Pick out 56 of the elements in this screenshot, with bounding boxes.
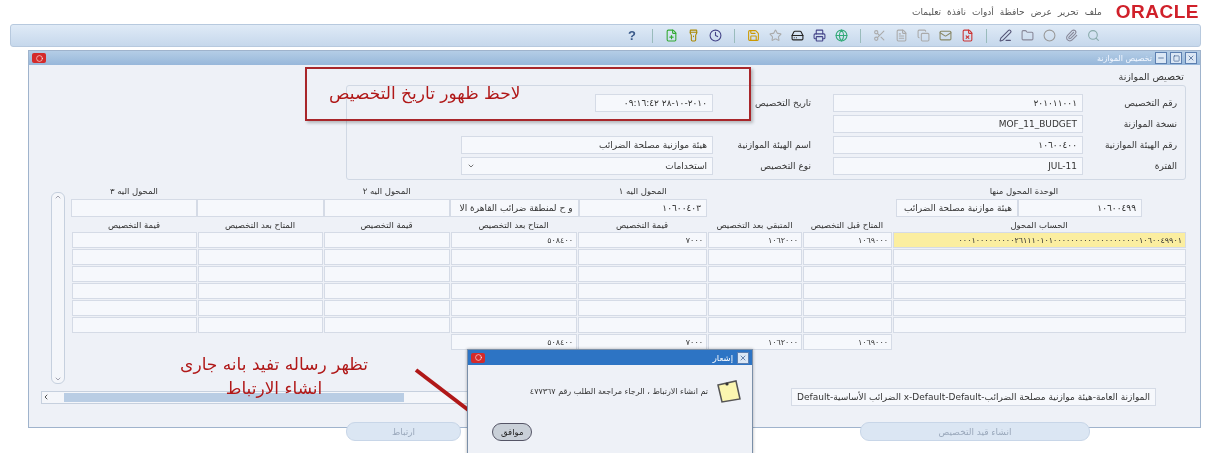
callout-text: تظهر رساله تفيد بانه جارى انشاء الارتباط [179,353,369,400]
field-label: تاريخ التخصيص [753,97,811,108]
input-field[interactable]: هيئة موازنية مصلحة الضرائب [461,135,713,154]
select-field[interactable]: استخدامات [461,156,713,175]
menu-item[interactable]: عرض [1030,7,1052,17]
menu-item[interactable]: تعليمات [912,7,941,17]
column-header: المتاح بعد التخصيص [477,219,550,232]
field-label: اسم الهيئة الموازنية [736,139,811,150]
menu-item[interactable]: ملف [1084,7,1102,17]
column-header: قيمة التخصيص [106,219,162,232]
column-header: المتاح قبل التخصيص [809,219,885,232]
table-cell[interactable]: ٠٠٠١٠٠٠٠٠٠٠٠٠٢٦١١١٠١٠١٠٠٠٠٠٠٠٠٠٠٠٠٠٠٠٠٠٠٠٠١٠٦٠٠٤٩٩٠١ [893,232,1186,248]
table-cell[interactable]: ١٠٦٩٠٠٠ [803,232,892,248]
input-field[interactable]: JUL-11 [833,156,1083,175]
menu-item[interactable]: أدوات [972,7,994,17]
section-title: تخصيص الموازنة [1117,71,1184,82]
oracle-logo: ORACLE [1115,1,1199,23]
field-label: نوع التخصيص [759,160,811,171]
ok-button[interactable]: موافق [492,423,533,441]
total-cell: ٧٠٠٠ [578,334,707,350]
field-label: نسخة الموازنة [1122,118,1177,129]
total-cell: ٥٠٨٤٠٠ [451,334,577,350]
input-field[interactable]: و ح لمنطقة ضرائب القاهرة الا [450,199,579,217]
input-field[interactable]: ٢٠١٠١١٠٠١ [833,93,1083,112]
input-field[interactable]: ٢٠١٠-١٠-٢٨ ٠٩:١٦:٤٢ [595,93,713,112]
field-label: المحول اليه ١ [617,185,668,198]
description-field[interactable]: الموازنة العامة-هيئة موازنية مصلحة الضرائب-x-Default-Default الضرائب الأساسية-Default [791,388,1156,406]
column-header: الحساب المحول [1009,219,1069,232]
field-label: رقم الهيئة الموازنية [1104,139,1177,150]
total-cell: ١٠٦٢٠٠٠ [708,334,802,350]
input-field[interactable]: ١٠٦٠٠٤٩٩ [1018,199,1142,217]
menu-item[interactable]: تحرير [1057,7,1079,17]
field-label: المحول اليه ٣ [109,185,159,198]
window-title: تخصيص الموازنة [1095,53,1152,63]
input-field[interactable]: ١٠٦٠٠٤٠٣ [578,199,707,217]
input-field[interactable]: MOF_11_BUDGET [833,114,1083,133]
dialog-title: إشعار [712,352,733,363]
column-header: قيمة التخصيص [359,219,414,232]
field-label: المحول اليه ٢ [361,185,412,198]
column-header: المتاح بعد التخصيص [223,219,297,232]
field-label: رقم التخصيص [1123,97,1177,108]
dialog-message: تم انشاء الارتباط ، الرجاء مراجعة الطلب رقم ٤٧٧٣٦٧ [529,386,708,396]
input-field[interactable]: ١٠٦٠٠٤٠٠ [833,135,1083,154]
field-label: الوحدة المحول منها [988,185,1060,198]
total-cell: ١٠٦٩٠٠٠ [803,334,892,350]
menu-item[interactable]: نافذة [947,7,966,17]
table-cell[interactable]: ٥٠٨٤٠٠ [451,232,577,248]
field-label: الفترة [1153,160,1177,171]
table-cell[interactable]: ١٠٦٢٠٠٠ [708,232,802,248]
menu-item[interactable]: حافظة [999,7,1025,17]
help-button[interactable]: ? [628,28,636,43]
column-header: المتبقي بعد التخصيص [715,219,794,232]
callout-text: لاحظ ظهور تاريخ التخصيص [329,83,521,103]
input-field[interactable]: هيئة موازنية مصلحة الضرائب [896,199,1018,217]
column-header: قيمة التخصيص [614,219,670,232]
table-cell[interactable]: ٧٠٠٠ [578,232,707,248]
